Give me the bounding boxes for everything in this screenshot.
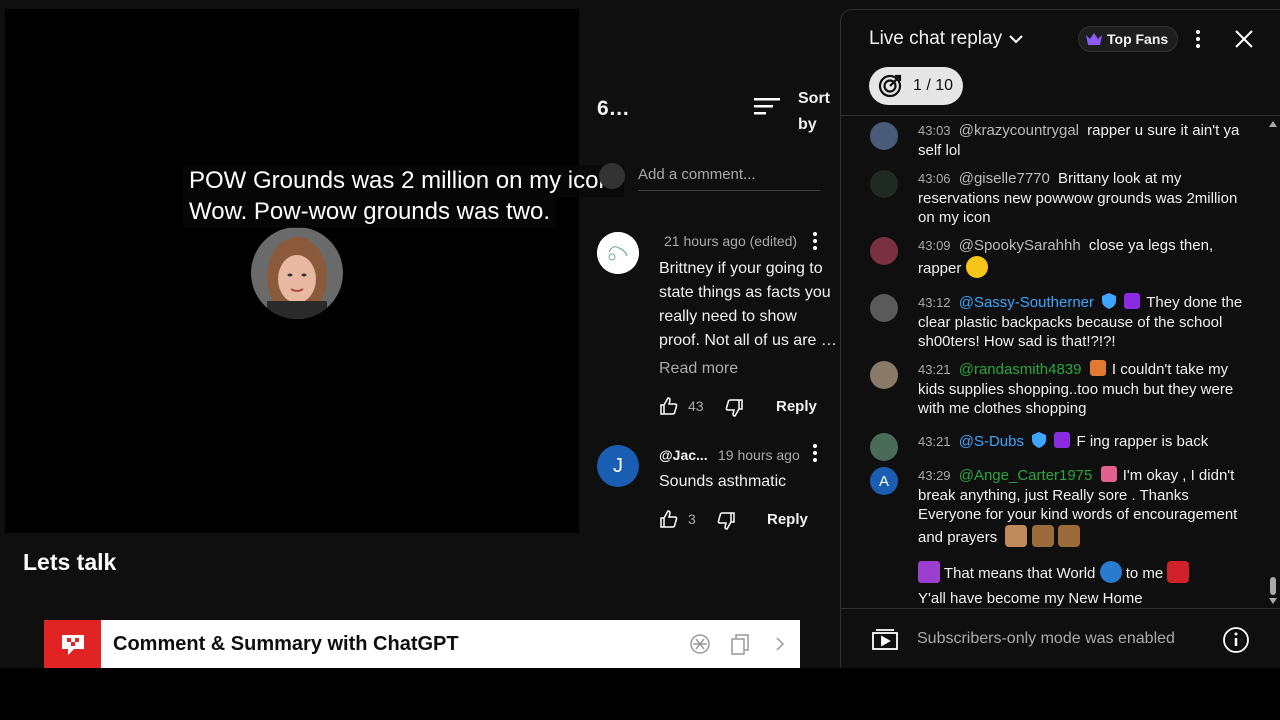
chat-text: F ing rapper is back xyxy=(1076,433,1209,450)
dislike-icon[interactable] xyxy=(724,398,744,423)
latin-cross-icon xyxy=(918,561,940,583)
dislike-icon[interactable] xyxy=(716,511,736,536)
chat-text: Y'all have become my New Home xyxy=(918,590,1143,607)
comment-author-avatar[interactable] xyxy=(597,232,639,274)
chat-text: That means that World xyxy=(943,565,1096,582)
comment-timestamp: 21 hours ago (edited) xyxy=(664,233,798,249)
add-comment-input[interactable]: Add a comment... xyxy=(638,166,820,191)
chevron-down-icon[interactable] xyxy=(1007,30,1025,53)
comment-author-avatar[interactable]: J xyxy=(597,445,639,487)
subscribers-only-message: Subscribers-only mode was enabled xyxy=(917,630,1175,647)
chat-timestamp: 43:21 xyxy=(918,434,951,449)
scroll-thumb[interactable] xyxy=(1270,577,1276,595)
globe-icon xyxy=(1099,561,1122,583)
moderator-shield-icon xyxy=(1102,293,1117,309)
praying-hands-icon xyxy=(1005,524,1028,547)
read-more-link[interactable]: Read more xyxy=(659,360,738,378)
chat-author-avatar[interactable] xyxy=(870,361,898,389)
comment-count: 6… xyxy=(597,97,630,120)
close-icon[interactable] xyxy=(1233,28,1255,55)
raised-hands-icon xyxy=(1057,524,1080,547)
moderator-shield-icon xyxy=(1032,432,1047,448)
chat-goal-pill[interactable]: 1 / 10 xyxy=(869,67,963,105)
video-title: Lets talk xyxy=(23,549,117,575)
chat-message-list[interactable]: 43:03 @krazycountrygal rapper u sure it … xyxy=(841,117,1269,607)
chat-author[interactable]: @krazycountrygal xyxy=(959,122,1079,139)
caption-line-1: POW Grounds was 2 million on my icon. xyxy=(183,165,625,197)
live-chat-panel: Live chat replay Top Fans 1 / 10 43:03 @… xyxy=(840,9,1280,668)
chat-author[interactable]: @S-Dubs xyxy=(959,433,1024,450)
comment-more-icon[interactable] xyxy=(807,443,823,463)
chat-goal-count: 1 / 10 xyxy=(913,77,954,94)
caption-line-2: Wow. Pow-wow grounds was two. xyxy=(183,196,557,228)
chat-timestamp: 43:21 xyxy=(918,362,951,377)
speaker-avatar xyxy=(251,227,343,319)
current-user-avatar xyxy=(599,163,625,189)
like-count: 3 xyxy=(688,511,696,527)
member-badge-icon xyxy=(1124,293,1141,309)
comments-section: 6… Sort by Add a comment... 21 hours ago… xyxy=(585,0,837,668)
chat-author-avatar[interactable] xyxy=(870,294,898,322)
member-badge-icon xyxy=(1089,360,1106,376)
chat-timestamp: 43:03 xyxy=(918,123,951,138)
video-player[interactable] xyxy=(5,9,579,533)
chatgpt-extension-logo-icon xyxy=(44,620,101,668)
chat-timestamp: 43:29 xyxy=(918,468,951,483)
sort-by-button[interactable]: Sort by xyxy=(798,86,838,138)
like-icon[interactable] xyxy=(659,396,679,421)
chat-text: to me xyxy=(1125,565,1164,582)
like-icon[interactable] xyxy=(659,509,679,534)
member-badge-icon xyxy=(1054,432,1071,448)
chat-timestamp: 43:12 xyxy=(918,295,951,310)
chat-author-avatar[interactable] xyxy=(870,433,898,461)
raised-hands-icon xyxy=(1031,524,1054,547)
comment-more-icon[interactable] xyxy=(807,231,823,251)
chat-author-avatar[interactable] xyxy=(870,170,898,198)
like-count: 43 xyxy=(688,398,704,414)
eye-roll-emoji-icon xyxy=(965,255,988,278)
top-fans-label: Top Fans xyxy=(1107,31,1169,47)
comment-text: Brittney if your going to state things a… xyxy=(659,260,837,349)
chat-scrollbar[interactable] xyxy=(1269,117,1277,607)
top-fans-button[interactable]: Top Fans xyxy=(1078,26,1179,52)
sort-icon[interactable] xyxy=(754,96,780,121)
chat-footer: Subscribers-only mode was enabled xyxy=(841,608,1280,668)
subscribers-only-icon xyxy=(871,627,899,656)
scroll-up-arrow-icon[interactable] xyxy=(1269,121,1277,127)
chat-timestamp: 43:09 xyxy=(918,238,951,253)
chat-author-avatar[interactable]: A xyxy=(870,467,898,495)
chat-author-avatar[interactable] xyxy=(870,122,898,150)
chat-author[interactable]: @Sassy-Southerner xyxy=(959,294,1094,311)
info-icon[interactable] xyxy=(1222,626,1250,659)
chat-author[interactable]: @Ange_Carter1975 xyxy=(959,467,1093,484)
chat-author[interactable]: @SpookySarahhh xyxy=(959,237,1081,254)
chat-author[interactable]: @giselle7770 xyxy=(959,170,1050,187)
target-icon xyxy=(877,73,903,99)
comment-timestamp: 19 hours ago xyxy=(718,447,800,463)
member-badge-icon xyxy=(1100,466,1117,482)
app-window: POW Grounds was 2 million on my icon. Wo… xyxy=(0,0,1280,668)
chat-author-avatar[interactable] xyxy=(870,237,898,265)
comment-text: Sounds asthmatic xyxy=(659,473,787,490)
scroll-down-arrow-icon[interactable] xyxy=(1269,598,1277,604)
red-heart-icon xyxy=(1167,561,1190,583)
comment-author[interactable]: @Jac... xyxy=(659,447,708,463)
crown-icon xyxy=(1085,32,1103,46)
reply-button[interactable]: Reply xyxy=(776,398,817,415)
chat-more-icon[interactable] xyxy=(1190,28,1206,50)
chat-timestamp: 43:06 xyxy=(918,171,951,186)
reply-button[interactable]: Reply xyxy=(767,511,808,528)
chat-author[interactable]: @randasmith4839 xyxy=(959,361,1082,378)
chat-header: Live chat replay Top Fans 1 / 10 xyxy=(841,10,1280,116)
chat-title[interactable]: Live chat replay xyxy=(869,28,1002,50)
